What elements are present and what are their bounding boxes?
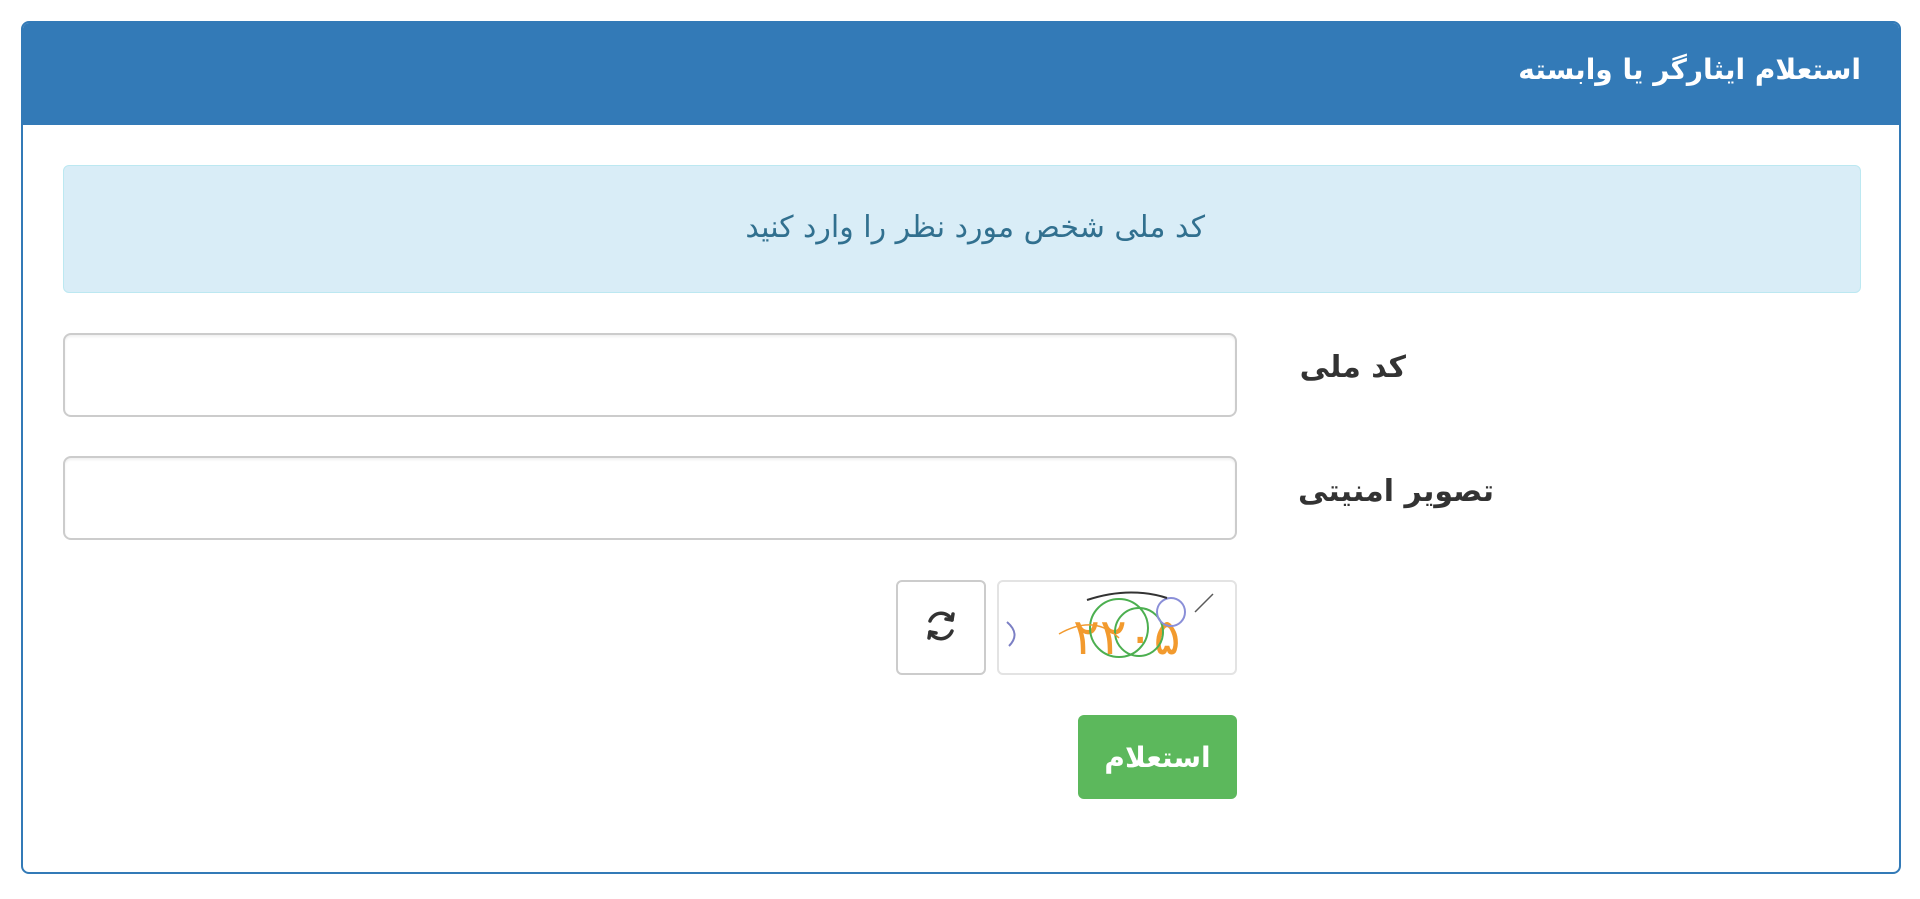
inquiry-panel: استعلام ایثارگر یا وابسته کد ملی شخص مور… [21,21,1901,874]
alert-message: کد ملی شخص مورد نظر را وارد کنید [745,210,1205,245]
panel-title: استعلام ایثارگر یا وابسته [1518,53,1861,86]
panel-heading: استعلام ایثارگر یا وابسته [23,23,1899,125]
captcha-text: ۲۲۰۵ [1073,608,1180,666]
inquiry-submit-button[interactable]: استعلام [1078,715,1237,799]
refresh-icon [923,608,959,648]
national-code-label: کد ملی [1299,350,1406,385]
captcha-image: ۲۲۰۵ [997,580,1237,675]
captcha-input[interactable] [63,456,1237,540]
national-code-input[interactable] [63,333,1237,417]
refresh-captcha-button[interactable] [896,580,986,675]
captcha-label: تصویر امنیتی [1298,474,1494,509]
info-alert: کد ملی شخص مورد نظر را وارد کنید [63,165,1861,293]
